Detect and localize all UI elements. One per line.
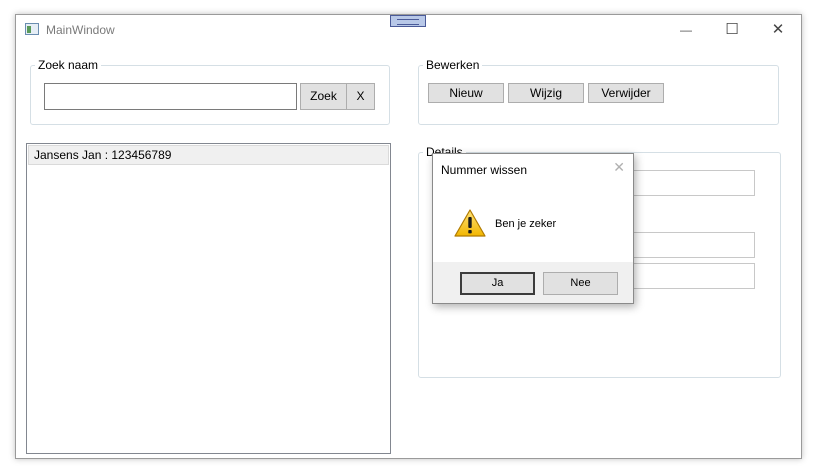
search-button[interactable]: Zoek: [300, 83, 347, 110]
warning-icon: [454, 209, 486, 237]
dialog-message: Ben je zeker: [495, 218, 557, 230]
main-window: MainWindow — ☐ ✕ Zoek naam Zoek X Bewerk…: [15, 14, 802, 459]
maximize-icon: ☐: [725, 21, 739, 38]
title-bar[interactable]: MainWindow — ☐ ✕: [16, 15, 801, 45]
search-group: Zoek naam Zoek X: [30, 58, 390, 125]
close-icon: ✕: [771, 21, 785, 38]
no-button[interactable]: Nee: [543, 272, 618, 295]
yes-button[interactable]: Ja: [460, 272, 535, 295]
list-item[interactable]: Jansens Jan : 123456789: [28, 145, 389, 165]
change-button[interactable]: Wijzig: [508, 83, 584, 103]
search-group-label: Zoek naam: [35, 58, 102, 72]
dialog-title: Nummer wissen: [441, 163, 528, 177]
dialog-close-icon[interactable]: ✕: [613, 159, 625, 176]
window-title: MainWindow: [46, 23, 115, 37]
close-window-button[interactable]: ✕: [755, 15, 801, 45]
delete-button[interactable]: Verwijder: [588, 83, 664, 103]
confirm-dialog: Nummer wissen ✕ Ben je zeker Ja Nee: [432, 153, 634, 304]
new-button[interactable]: Nieuw: [428, 83, 504, 103]
contact-listbox[interactable]: Jansens Jan : 123456789: [26, 143, 391, 454]
edit-group-label: Bewerken: [423, 58, 483, 72]
edit-group: Bewerken Nieuw Wijzig Verwijder: [418, 58, 779, 125]
dialog-footer: Ja Nee: [433, 262, 633, 303]
clear-search-button[interactable]: X: [346, 83, 375, 110]
app-icon: [25, 23, 39, 35]
minimize-button[interactable]: —: [663, 15, 709, 45]
drag-grip-icon[interactable]: [390, 15, 426, 27]
maximize-button[interactable]: ☐: [709, 15, 755, 45]
minimize-icon: —: [680, 23, 692, 37]
search-input[interactable]: [44, 83, 297, 110]
